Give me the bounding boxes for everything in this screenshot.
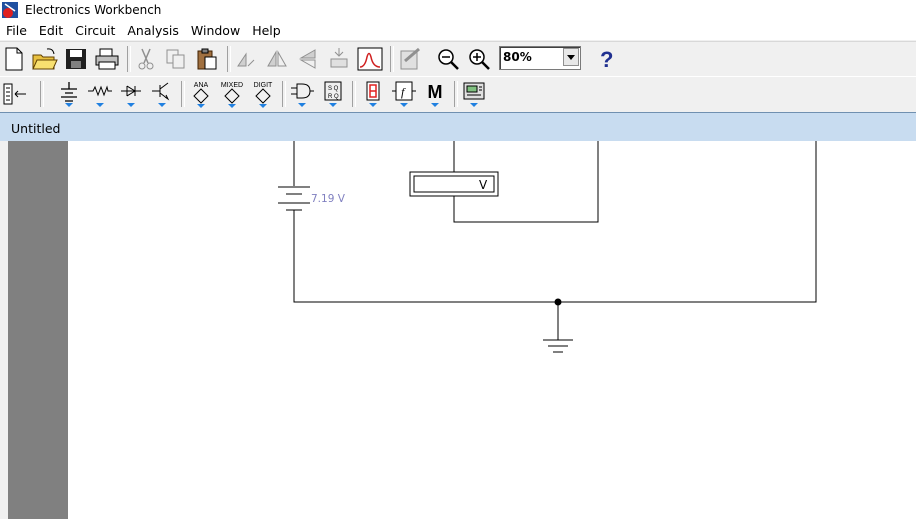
zoom-select[interactable]: 80% [499, 46, 581, 70]
help-question-icon: ? [600, 47, 613, 71]
menu-window[interactable]: Window [185, 23, 246, 38]
voltmeter-label: V [479, 178, 488, 192]
save-disk-icon [66, 49, 86, 69]
meter-icon: M [428, 82, 443, 107]
new-button[interactable] [0, 45, 28, 73]
printer-icon [95, 48, 119, 70]
flip-horizontal-button[interactable] [294, 45, 322, 73]
favorites-bin-icon [3, 83, 26, 105]
circuit-canvas[interactable]: 7.19 V V [68, 141, 916, 519]
menu-circuit[interactable]: Circuit [69, 23, 121, 38]
digital-ic-label: DIGIT [254, 82, 273, 89]
flip-vertical-icon [267, 50, 287, 67]
cut-button[interactable] [132, 45, 160, 73]
mixed-ic-icon: MIXED [221, 82, 243, 108]
digital-ic-icon: DIGIT [254, 82, 273, 108]
rotate-button[interactable] [232, 45, 260, 73]
instrument-icon [463, 82, 485, 107]
menu-file[interactable]: File [0, 23, 33, 38]
menu-analysis[interactable]: Analysis [121, 23, 185, 38]
chevron-down-icon[interactable] [563, 48, 579, 66]
copy-icon [166, 49, 185, 69]
left-margin-strip [8, 141, 69, 519]
document-title-bar: Untitled [0, 112, 916, 141]
zoom-value: 80% [503, 50, 532, 64]
left-border [0, 141, 8, 519]
mixed-ics-bin-button[interactable]: MIXED [218, 80, 246, 108]
ground-symbol[interactable] [543, 339, 573, 353]
zoom-in-button[interactable] [465, 45, 493, 73]
open-button[interactable] [31, 45, 59, 73]
analog-ic-label: ANA [194, 82, 209, 89]
logic-gate-icon [291, 83, 314, 107]
transistors-bin-button[interactable] [148, 80, 176, 108]
logic-gates-bin-button[interactable] [288, 80, 316, 108]
window-title: Electronics Workbench [25, 3, 162, 17]
digital-bin-button[interactable]: S Q R Q [319, 80, 347, 108]
mixed-ic-label: MIXED [221, 82, 243, 89]
function-block-icon: f [392, 81, 416, 107]
save-button[interactable] [62, 45, 90, 73]
open-folder-icon [32, 48, 58, 70]
graph-icon [357, 47, 383, 71]
flip-vertical-button[interactable] [263, 45, 291, 73]
zoom-out-icon [438, 49, 459, 70]
favorites-bin-button[interactable] [1, 80, 29, 108]
app-icon [2, 2, 18, 18]
battery[interactable] [278, 186, 310, 211]
transistor-icon [152, 82, 170, 107]
diodes-bin-button[interactable] [117, 80, 145, 108]
voltmeter[interactable]: V [409, 171, 499, 197]
diode-icon [121, 85, 141, 107]
svg-text:S Q: S Q [328, 86, 339, 92]
document-title: Untitled [11, 121, 61, 136]
svg-text:?: ? [600, 47, 613, 71]
pencil-check-icon [400, 47, 420, 70]
zoom-out-button[interactable] [434, 45, 462, 73]
basic-bin-button[interactable] [86, 80, 114, 108]
paste-clipboard-icon [197, 48, 217, 70]
battery-source-icon [61, 82, 77, 107]
copy-button[interactable] [162, 45, 190, 73]
zoom-in-analysis-button[interactable] [396, 45, 424, 73]
circuit-wires [293, 141, 817, 340]
svg-text:R Q: R Q [328, 94, 339, 100]
menu-bar: File Edit Circuit Analysis Window Help [0, 20, 916, 40]
menu-edit[interactable]: Edit [33, 23, 69, 38]
paste-button[interactable] [193, 45, 221, 73]
create-subcircuit-button[interactable] [356, 45, 384, 73]
flip-flop-icon: S Q R Q [324, 81, 342, 107]
instruments-bin-button[interactable] [460, 80, 488, 108]
scissors-icon [138, 48, 154, 70]
print-button[interactable] [93, 45, 121, 73]
main-toolbar: 80% ? [0, 41, 916, 76]
rotate-icon [237, 52, 255, 67]
flip-horizontal-icon [299, 49, 316, 69]
indicators-bin-button[interactable] [359, 80, 387, 108]
meter-label: M [428, 82, 443, 102]
battery-voltage-label: 7.19 V [311, 193, 346, 205]
zoom-in-icon [469, 49, 490, 70]
miscellaneous-bin-button[interactable]: M [421, 80, 449, 108]
resistor-icon [88, 85, 112, 107]
analog-ics-bin-button[interactable]: ANA [187, 80, 215, 108]
sources-bin-button[interactable] [55, 80, 83, 108]
digital-ics-bin-button[interactable]: DIGIT [249, 80, 277, 108]
parts-toolbar: ANA MIXED DIGIT S Q R Q f M [0, 76, 916, 111]
menu-help[interactable]: Help [246, 23, 287, 38]
seven-segment-icon [366, 81, 380, 107]
component-properties-icon [330, 48, 348, 68]
title-bar: Electronics Workbench [0, 0, 916, 20]
new-file-icon [5, 47, 23, 71]
controls-bin-button[interactable]: f [390, 80, 418, 108]
junction-node [554, 298, 562, 306]
analog-ic-icon: ANA [193, 82, 209, 108]
help-button[interactable]: ? [593, 45, 621, 73]
component-properties-button[interactable] [325, 45, 353, 73]
